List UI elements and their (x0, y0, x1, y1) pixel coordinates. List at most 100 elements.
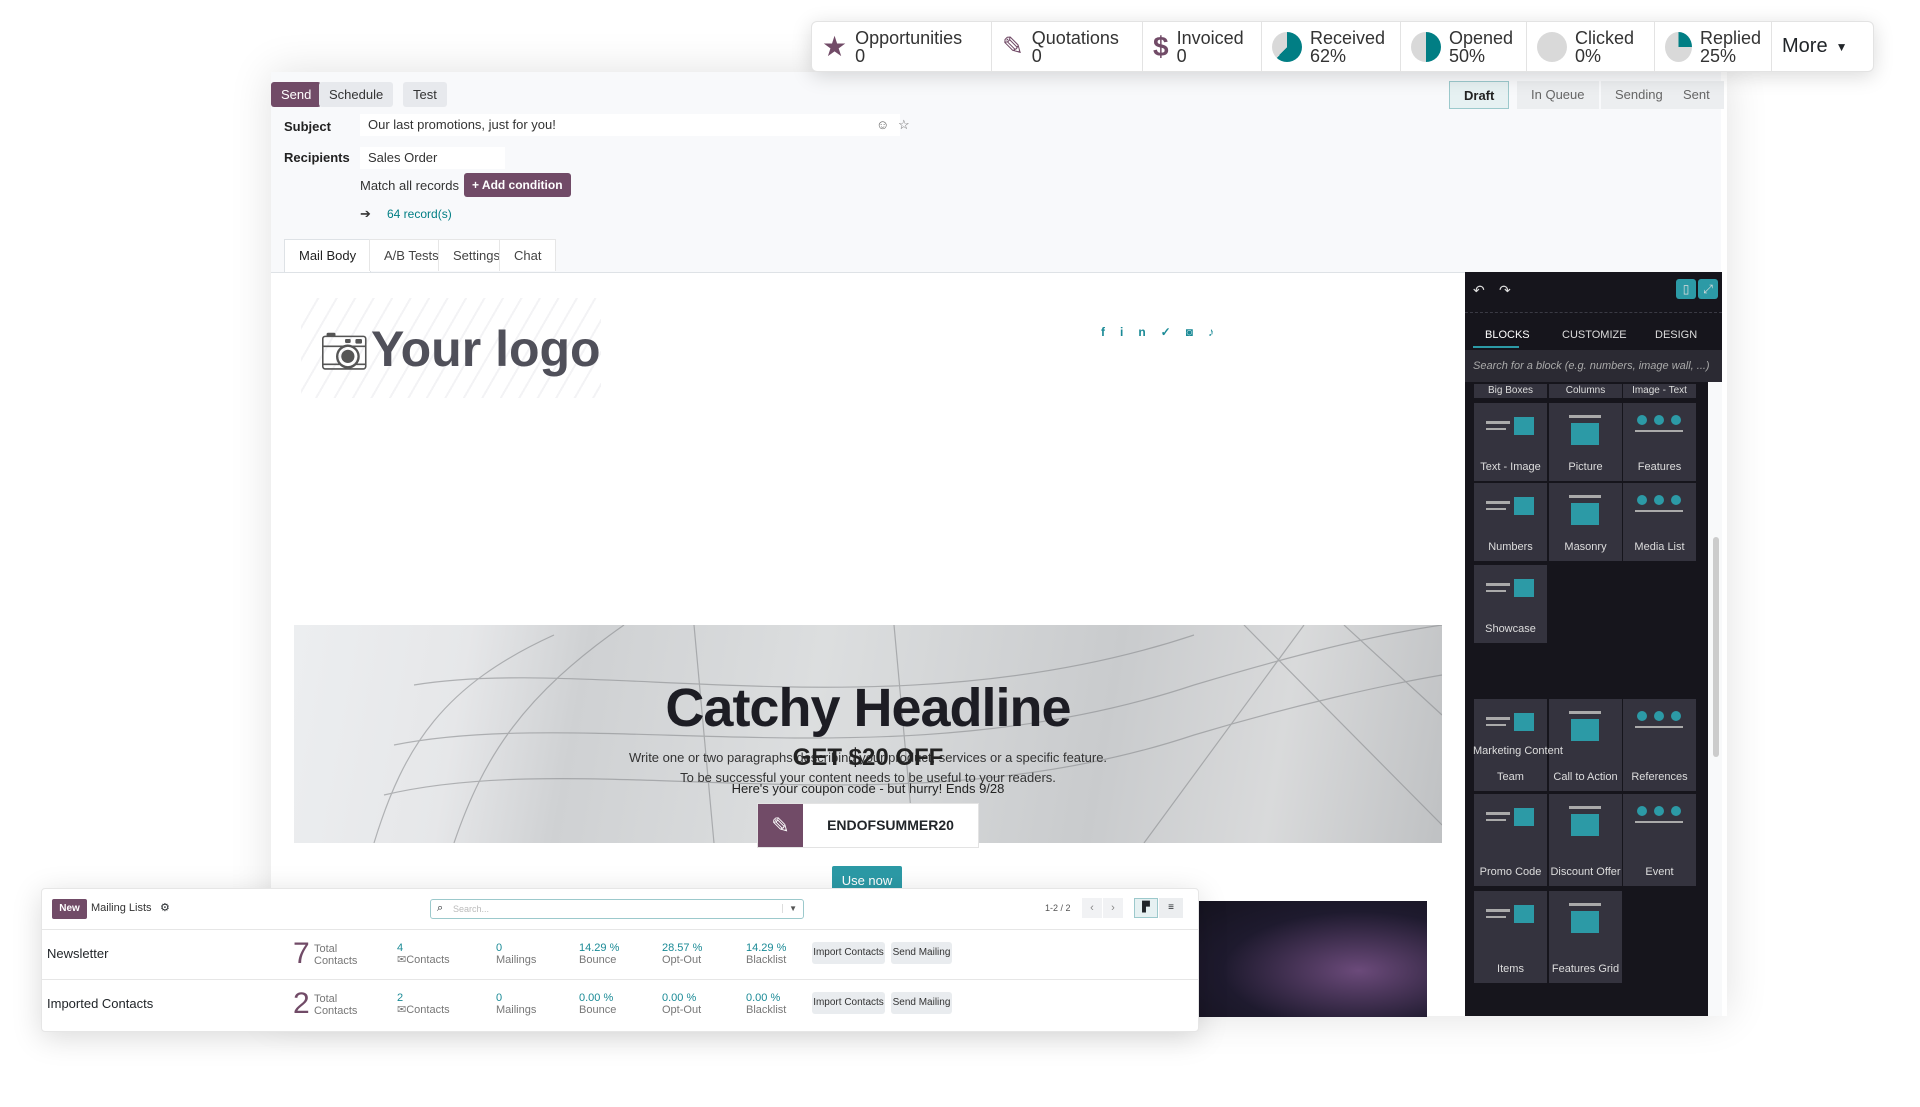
optout_label-stat[interactable]: 0.00 % Opt-Out (662, 992, 701, 1016)
block-promo-code[interactable]: Promo Code (1474, 794, 1547, 886)
kpi-opportunities[interactable]: ★ Opportunities 0 (812, 22, 992, 71)
bounce_label-stat[interactable]: 14.29 % Bounce (579, 942, 619, 966)
block-thumbnail (1635, 711, 1684, 741)
stat-label: Opt-Out (662, 954, 702, 966)
pager-previous[interactable]: ‹ (1082, 898, 1102, 918)
active-tab-indicator (1473, 346, 1519, 348)
new-button[interactable]: New (52, 899, 87, 919)
star-icon[interactable]: ☆ (898, 117, 910, 133)
tab-mail-body[interactable]: Mail Body (284, 239, 372, 272)
status-in-queue[interactable]: In Queue (1517, 81, 1599, 109)
block-search-input[interactable]: Search for a block (e.g. numbers, image … (1465, 350, 1722, 382)
contacts_label-stat[interactable]: 4 ✉Contacts (397, 942, 450, 966)
panel-tab-customize[interactable]: CUSTOMIZE (1562, 329, 1627, 341)
block-columns[interactable]: Columns (1549, 384, 1622, 398)
kpi-more-button[interactable]: More ▼ (1772, 22, 1872, 71)
linkedin-icon[interactable]: in (1120, 325, 1161, 339)
kpi-invoiced[interactable]: $ Invoiced 0 (1143, 22, 1262, 71)
add-condition-button[interactable]: + Add condition (464, 173, 571, 197)
instagram-icon[interactable]: ◙ (1186, 325, 1208, 339)
subject-input[interactable]: Our last promotions, just for you! (360, 114, 900, 136)
block-event[interactable]: Event (1623, 794, 1696, 886)
twitter-icon[interactable]: ✓ (1161, 325, 1186, 339)
stat-label: Blacklist (746, 1004, 787, 1016)
social-icons[interactable]: fin✓◙♪ (1101, 325, 1229, 339)
contacts_label-stat[interactable]: 2 ✉Contacts (397, 992, 450, 1016)
kanban-view-icon[interactable]: ▛ (1134, 898, 1158, 918)
bounce_label-stat[interactable]: 0.00 % Bounce (579, 992, 616, 1016)
panel-tab-design[interactable]: DESIGN (1655, 329, 1697, 341)
block-media-list[interactable]: Media List (1623, 483, 1696, 561)
coupon-box[interactable]: ✎ ENDOFSUMMER20 (757, 803, 979, 848)
mailing-list-name[interactable]: Imported Contacts (47, 996, 153, 1011)
mobile-preview-icon[interactable]: ▯ (1676, 279, 1696, 299)
send-button[interactable]: Send (271, 82, 322, 107)
optout_label-stat[interactable]: 28.57 % Opt-Out (662, 942, 702, 966)
import-contacts-button[interactable]: Import Contacts (812, 942, 885, 964)
recipients-model-select[interactable]: Sales Order (360, 147, 505, 169)
block-features-grid[interactable]: Features Grid (1549, 891, 1622, 983)
block-big-boxes[interactable]: Big Boxes (1474, 384, 1547, 398)
kpi-opened[interactable]: Opened 50% (1401, 22, 1527, 71)
redo-icon[interactable]: ↷ (1499, 282, 1511, 299)
kpi-label: Opened (1449, 27, 1514, 48)
block-items[interactable]: Items (1474, 891, 1547, 983)
kpi-received[interactable]: Received 62% (1262, 22, 1401, 71)
status-sending[interactable]: Sending (1601, 81, 1677, 109)
send-mailing-button[interactable]: Send Mailing (891, 942, 952, 964)
block-discount-offer[interactable]: Discount Offer (1549, 794, 1622, 886)
records-link[interactable]: 64 record(s) (387, 207, 452, 221)
emoji-icon[interactable]: ☺ (876, 117, 889, 132)
status-sent[interactable]: Sent (1669, 81, 1724, 109)
mailing-list-name[interactable]: Newsletter (47, 946, 108, 961)
facebook-icon[interactable]: f (1101, 325, 1120, 339)
mailing-list-row[interactable]: Newsletter 7 Total Contacts 4 ✉Contacts 0… (42, 929, 1198, 979)
ticket-icon: ✎ (758, 804, 803, 847)
block-masonry[interactable]: Masonry (1549, 483, 1622, 561)
breadcrumb-title: Mailing Lists (91, 902, 152, 914)
block-references[interactable]: References (1623, 699, 1696, 791)
block-numbers[interactable]: Numbers (1474, 483, 1547, 561)
kpi-label: Invoiced (1176, 27, 1244, 48)
panel-tab-blocks[interactable]: BLOCKS (1485, 329, 1530, 341)
logo-text: Your logo (371, 321, 601, 377)
block-label: Showcase (1485, 623, 1536, 635)
scrollbar-handle[interactable] (1713, 537, 1719, 757)
kpi-replied[interactable]: Replied 25% (1655, 22, 1772, 71)
stat-value: 0 (496, 942, 503, 954)
kpi-quotations[interactable]: ✎ Quotations 0 (992, 22, 1143, 71)
stat-value: 28.57 % (662, 942, 703, 954)
pager-next[interactable]: › (1103, 898, 1123, 918)
status-draft[interactable]: Draft (1449, 81, 1510, 109)
tab-chat[interactable]: Chat (499, 239, 557, 271)
block-thumbnail (1561, 415, 1610, 445)
block-showcase[interactable]: Showcase (1474, 565, 1547, 643)
gear-icon[interactable]: ⚙ (160, 901, 170, 914)
mailing-list-row[interactable]: Imported Contacts 2 Total Contacts 2 ✉Con… (42, 979, 1198, 1029)
kpi-label: Clicked (1575, 27, 1635, 48)
test-button[interactable]: Test (403, 82, 447, 107)
block-picture[interactable]: Picture (1549, 403, 1622, 481)
logo-block[interactable]: 📷︎ Your logo (301, 298, 601, 398)
list-view-icon[interactable]: ≡ (1159, 898, 1183, 918)
block-label: Big Boxes (1487, 385, 1534, 396)
search-dropdown-toggle[interactable]: ▼ (782, 904, 797, 913)
block-text-image[interactable]: Text - Image (1474, 403, 1547, 481)
mailings_label-stat[interactable]: 0 Mailings (496, 992, 536, 1016)
block-image-text[interactable]: Image - Text (1623, 384, 1696, 398)
kpi-clicked[interactable]: Clicked 0% (1527, 22, 1655, 71)
import-contacts-button[interactable]: Import Contacts (812, 992, 885, 1014)
send-mailing-button[interactable]: Send Mailing (891, 992, 952, 1014)
tiktok-icon[interactable]: ♪ (1208, 325, 1229, 339)
mailings_label-stat[interactable]: 0 Mailings (496, 942, 536, 966)
total-contacts-value: 7 (293, 937, 310, 970)
blacklist_label-stat[interactable]: 0.00 % Blacklist (746, 992, 786, 1016)
fullscreen-icon[interactable]: ⤢ (1698, 279, 1718, 299)
undo-icon[interactable]: ↶ (1473, 282, 1485, 299)
stat-label: Contacts (406, 1004, 450, 1016)
blacklist_label-stat[interactable]: 14.29 % Blacklist (746, 942, 786, 966)
block-features[interactable]: Features (1623, 403, 1696, 481)
schedule-button[interactable]: Schedule (319, 82, 394, 107)
dark-image-block (1199, 901, 1427, 1017)
search-input[interactable]: ⌕ Search... ▼ (430, 899, 804, 919)
